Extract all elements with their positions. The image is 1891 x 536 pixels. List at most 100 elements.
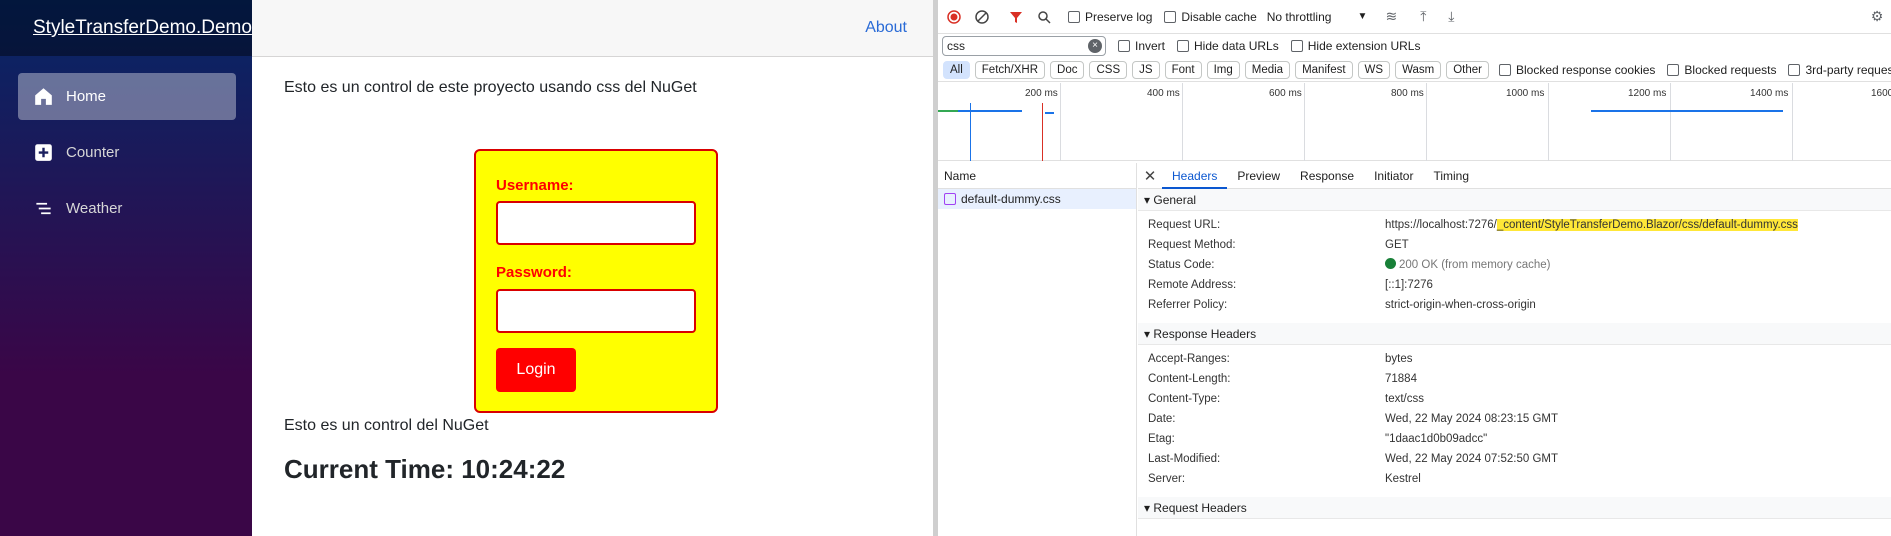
tick-label: 800 ms bbox=[1391, 88, 1424, 99]
dom-content-loaded-line bbox=[970, 103, 971, 161]
general-section: Request URL: https://localhost:7276/_cont… bbox=[1138, 211, 1891, 315]
header-row: Referrer Policy: strict-origin-when-cross… bbox=[1138, 295, 1891, 315]
username-input[interactable] bbox=[496, 201, 696, 245]
section-title: Response Headers bbox=[1153, 327, 1257, 341]
wifi-settings-icon[interactable]: ≋ bbox=[1379, 5, 1403, 29]
tick-label: 1200 ms bbox=[1628, 88, 1667, 99]
header-key: Etag: bbox=[1148, 433, 1175, 445]
header-row: Remote Address: [::1]:7276 bbox=[1138, 275, 1891, 295]
filter-chip-media[interactable]: Media bbox=[1244, 60, 1291, 79]
timeline-overview[interactable]: 200 ms 400 ms 600 ms 800 ms 1000 ms 1200… bbox=[938, 83, 1891, 161]
close-icon[interactable]: ✕ bbox=[1138, 167, 1162, 185]
tab-response[interactable]: Response bbox=[1290, 163, 1364, 189]
nav-item-weather[interactable]: Weather bbox=[18, 185, 236, 232]
css-file-icon bbox=[944, 193, 956, 205]
tab-initiator[interactable]: Initiator bbox=[1364, 163, 1423, 189]
filter-chip-font[interactable]: Font bbox=[1164, 60, 1202, 79]
blocked-requests-checkbox[interactable]: Blocked requests bbox=[1667, 63, 1776, 77]
intro-text: Esto es un control de este proyecto usan… bbox=[284, 79, 697, 96]
current-time: Current Time: 10:24:22 bbox=[284, 454, 566, 484]
hide-data-urls-checkbox[interactable]: Hide data URLs bbox=[1177, 39, 1279, 53]
response-headers-section-header[interactable]: ▾ Response Headers bbox=[1138, 323, 1891, 345]
preserve-log-checkbox[interactable]: Preserve log bbox=[1068, 10, 1152, 24]
brand-bar: StyleTransferDemo.Demo bbox=[0, 0, 252, 56]
header-row: Content-Length: 71884 bbox=[1138, 369, 1891, 389]
disable-cache-checkbox[interactable]: Disable cache bbox=[1164, 10, 1257, 24]
plus-square-icon bbox=[35, 144, 52, 161]
invert-checkbox[interactable]: Invert bbox=[1118, 39, 1165, 53]
nav-label: Home bbox=[66, 88, 107, 105]
header-key: Last-Modified: bbox=[1148, 453, 1221, 465]
brand-link[interactable]: StyleTransferDemo.Demo bbox=[33, 17, 252, 39]
filter-icon[interactable] bbox=[1004, 5, 1028, 29]
general-section-header[interactable]: ▾ General bbox=[1138, 189, 1891, 211]
search-icon[interactable] bbox=[1032, 5, 1056, 29]
filter-chip-fetch[interactable]: Fetch/XHR bbox=[974, 60, 1046, 79]
header-key: Date: bbox=[1148, 413, 1176, 425]
filter-chip-doc[interactable]: Doc bbox=[1050, 60, 1085, 79]
request-row[interactable]: default-dummy.css bbox=[938, 189, 1136, 209]
gear-icon[interactable]: ⚙ bbox=[1865, 5, 1889, 29]
header-key: Accept-Ranges: bbox=[1148, 353, 1230, 365]
timeline-bar bbox=[1591, 110, 1783, 112]
filter-chip-manifest[interactable]: Manifest bbox=[1295, 60, 1353, 79]
header-value: text/css bbox=[1385, 393, 1424, 405]
header-value: GET bbox=[1385, 239, 1409, 251]
name-column-header[interactable]: Name bbox=[938, 163, 1136, 189]
tab-preview[interactable]: Preview bbox=[1227, 163, 1290, 189]
timeline-bar bbox=[1045, 112, 1054, 114]
list-icon bbox=[36, 202, 51, 215]
request-name: default-dummy.css bbox=[961, 192, 1061, 206]
devtools-network-panel: Preserve log Disable cache No throttling… bbox=[938, 0, 1891, 536]
tick-label: 200 ms bbox=[1025, 88, 1058, 99]
timeline-tick bbox=[1548, 83, 1549, 161]
header-key: Content-Type: bbox=[1148, 393, 1221, 405]
third-party-checkbox[interactable]: 3rd-party requests bbox=[1788, 63, 1891, 77]
tick-label: 600 ms bbox=[1269, 88, 1302, 99]
filter-chip-js[interactable]: JS bbox=[1132, 60, 1160, 79]
header-row: Request URL: https://localhost:7276/_cont… bbox=[1138, 215, 1891, 235]
header-key: Status Code: bbox=[1148, 259, 1215, 271]
filter-toolbar: css × Invert Hide data URLs Hide extensi… bbox=[938, 33, 1891, 58]
nav-item-home[interactable]: Home bbox=[18, 73, 236, 120]
blocked-cookies-checkbox[interactable]: Blocked response cookies bbox=[1499, 63, 1655, 77]
timeline-tick bbox=[1670, 83, 1671, 161]
clear-filter-icon[interactable]: × bbox=[1088, 38, 1102, 53]
record-icon[interactable] bbox=[942, 5, 966, 29]
details-tabs: ✕ Headers Preview Response Initiator Tim… bbox=[1138, 163, 1891, 189]
nav-item-counter[interactable]: Counter bbox=[18, 129, 236, 176]
login-form: Username: Password: Login bbox=[474, 149, 718, 413]
timeline-tick bbox=[1060, 83, 1061, 161]
clear-icon[interactable] bbox=[970, 5, 994, 29]
hide-extension-urls-checkbox[interactable]: Hide extension URLs bbox=[1290, 39, 1420, 53]
filter-value: css bbox=[947, 39, 965, 53]
upload-icon[interactable]: ⤒ bbox=[1411, 5, 1435, 29]
filter-chip-other[interactable]: Other bbox=[1446, 60, 1489, 79]
tab-headers[interactable]: Headers bbox=[1162, 163, 1228, 189]
filter-chip-wasm[interactable]: Wasm bbox=[1395, 60, 1442, 79]
tick-label: 1600 bbox=[1871, 88, 1891, 99]
blazor-app: StyleTransferDemo.Demo Home Counter Weat… bbox=[0, 0, 933, 536]
filter-chip-all[interactable]: All bbox=[943, 60, 970, 79]
type-filter-bar: All Fetch/XHR Doc CSS JS Font Img Media … bbox=[938, 58, 1891, 82]
password-input[interactable] bbox=[496, 289, 696, 333]
nav-label: Weather bbox=[66, 200, 123, 217]
tick-label: 400 ms bbox=[1147, 88, 1180, 99]
timeline-tick bbox=[1304, 83, 1305, 161]
header-key: Server: bbox=[1148, 473, 1186, 485]
filter-input[interactable]: css × bbox=[942, 35, 1106, 56]
tab-timing[interactable]: Timing bbox=[1423, 163, 1479, 189]
request-headers-section-header[interactable]: ▾ Request Headers bbox=[1138, 497, 1891, 519]
header-value: Wed, 22 May 2024 07:52:50 GMT bbox=[1385, 453, 1559, 465]
header-row: Etag: "1daac1d0b09adcc" bbox=[1138, 429, 1891, 449]
filter-chip-ws[interactable]: WS bbox=[1357, 60, 1391, 79]
about-link[interactable]: About bbox=[865, 19, 907, 37]
timeline-bar bbox=[938, 110, 958, 112]
header-value: Kestrel bbox=[1385, 473, 1421, 485]
login-button[interactable]: Login bbox=[496, 348, 576, 392]
download-icon[interactable]: ⤓ bbox=[1439, 5, 1463, 29]
throttling-select[interactable]: No throttling bbox=[1267, 10, 1332, 24]
filter-chip-css[interactable]: CSS bbox=[1089, 60, 1128, 79]
header-row: Date: Wed, 22 May 2024 08:23:15 GMT bbox=[1138, 409, 1891, 429]
filter-chip-img[interactable]: Img bbox=[1206, 60, 1240, 79]
